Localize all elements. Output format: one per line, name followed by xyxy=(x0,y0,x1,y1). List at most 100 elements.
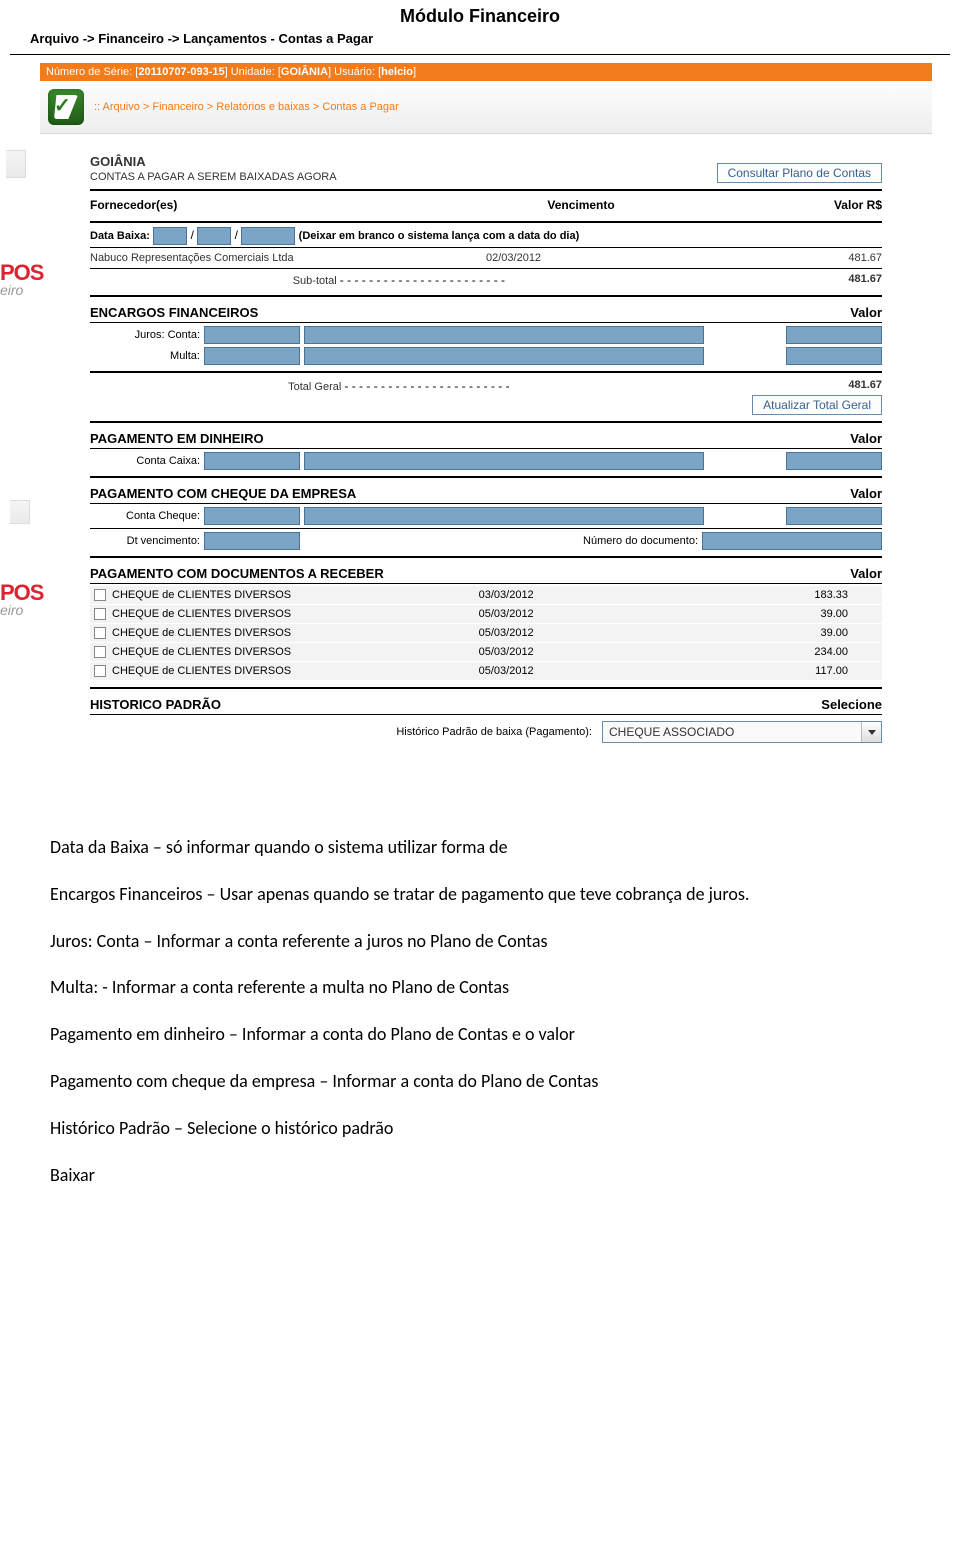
pag-docs-title: PAGAMENTO COM DOCUMENTOS A RECEBER xyxy=(90,566,384,581)
divider xyxy=(10,54,950,55)
juros-conta-input[interactable] xyxy=(204,326,300,344)
pag-dinheiro-title: PAGAMENTO EM DINHEIRO xyxy=(90,431,264,446)
hist-title: HISTORICO PADRÃO xyxy=(90,697,221,712)
wm-text: POS xyxy=(0,580,32,606)
doc-value: 39.00 xyxy=(673,608,878,620)
app-logo-icon xyxy=(48,89,84,125)
multa-valor-input[interactable] xyxy=(786,347,882,365)
subtotal-value: 481.67 xyxy=(708,273,882,287)
conta-cheque-valor-input[interactable] xyxy=(786,507,882,525)
doc-name: CHEQUE de CLIENTES DIVERSOS xyxy=(112,646,473,658)
doc-value: 234.00 xyxy=(673,646,878,658)
data-baixa-month-input[interactable] xyxy=(197,227,231,245)
conta-caixa-desc-input[interactable] xyxy=(304,452,704,470)
wm-text: POS xyxy=(0,260,32,286)
fornecedor-name: Nabuco Representações Comerciais Ltda xyxy=(90,252,454,264)
conta-caixa-label: Conta Caixa: xyxy=(90,455,200,467)
instr-line: Encargos Financeiros – Usar apenas quand… xyxy=(50,880,910,909)
doc-path: Arquivo -> Financeiro -> Lançamentos - C… xyxy=(30,31,960,46)
wm-text: eiro xyxy=(0,282,32,298)
unit-name: GOIÂNIA xyxy=(90,154,337,169)
data-baixa-day-input[interactable] xyxy=(153,227,187,245)
valor-label: Valor xyxy=(850,305,882,320)
doc-row[interactable]: CHEQUE de CLIENTES DIVERSOS 05/03/2012 2… xyxy=(90,643,882,662)
decoration xyxy=(10,500,30,524)
checkbox[interactable] xyxy=(94,665,106,677)
consultar-plano-button[interactable]: Consultar Plano de Contas xyxy=(717,163,882,183)
conta-cheque-input[interactable] xyxy=(204,507,300,525)
info-bar: Número de Série: [20110707-093-15] Unida… xyxy=(40,63,932,81)
watermark: POS eiro xyxy=(0,580,32,618)
multa-desc-input[interactable] xyxy=(304,347,704,365)
wm-text: eiro xyxy=(0,602,32,618)
instr-line: Baixar xyxy=(50,1161,910,1190)
instr-line: Pagamento com cheque da empresa – Inform… xyxy=(50,1067,910,1096)
doc-name: CHEQUE de CLIENTES DIVERSOS xyxy=(112,608,473,620)
doc-date: 05/03/2012 xyxy=(479,665,667,677)
col-fornecedor: Fornecedor(es) xyxy=(90,198,454,212)
doc-name: CHEQUE de CLIENTES DIVERSOS xyxy=(112,627,473,639)
unit-value: GOIÂNIA xyxy=(281,66,328,78)
juros-desc-input[interactable] xyxy=(304,326,704,344)
valor-label: Valor xyxy=(850,431,882,446)
dots: - - - - - - - - - - - - - - - - - - - - … xyxy=(344,379,509,393)
num-doc-input[interactable] xyxy=(702,532,882,550)
doc-date: 05/03/2012 xyxy=(479,627,667,639)
multa-conta-input[interactable] xyxy=(204,347,300,365)
user-value: helcio xyxy=(381,66,413,78)
dt-venc-label: Dt vencimento: xyxy=(90,535,200,547)
total-label: Total Geral xyxy=(288,381,341,393)
docs-list: CHEQUE de CLIENTES DIVERSOS 03/03/2012 1… xyxy=(90,586,882,681)
serial-value: 20110707-093-15 xyxy=(138,66,224,78)
subtitle: CONTAS A PAGAR A SEREM BAIXADAS AGORA xyxy=(90,171,337,183)
instructions: Data da Baixa – só informar quando o sis… xyxy=(50,833,910,1189)
hist-select[interactable]: CHEQUE ASSOCIADO xyxy=(602,721,882,743)
chevron-down-icon[interactable] xyxy=(861,722,881,742)
doc-row[interactable]: CHEQUE de CLIENTES DIVERSOS 05/03/2012 3… xyxy=(90,624,882,643)
doc-title: Módulo Financeiro xyxy=(0,6,960,27)
conta-caixa-input[interactable] xyxy=(204,452,300,470)
doc-date: 03/03/2012 xyxy=(479,589,667,601)
checkbox[interactable] xyxy=(94,608,106,620)
atualizar-total-button[interactable]: Atualizar Total Geral xyxy=(752,395,882,415)
checkbox[interactable] xyxy=(94,627,106,639)
hist-label: Histórico Padrão de baixa (Pagamento): xyxy=(90,726,592,738)
instr-line: Juros: Conta – Informar a conta referent… xyxy=(50,927,910,956)
doc-value: 39.00 xyxy=(673,627,878,639)
checkbox[interactable] xyxy=(94,646,106,658)
conta-cheque-label: Conta Cheque: xyxy=(90,510,200,522)
dt-venc-input[interactable] xyxy=(204,532,300,550)
valor-label: Valor xyxy=(850,486,882,501)
watermark: POS eiro xyxy=(0,260,32,298)
total-value: 481.67 xyxy=(708,379,882,393)
doc-value: 183.33 xyxy=(673,589,878,601)
data-baixa-hint: (Deixar em branco o sistema lança com a … xyxy=(299,230,580,242)
doc-date: 05/03/2012 xyxy=(479,646,667,658)
doc-row[interactable]: CHEQUE de CLIENTES DIVERSOS 05/03/2012 3… xyxy=(90,605,882,624)
fornecedor-date: 02/03/2012 xyxy=(486,252,676,264)
dots: - - - - - - - - - - - - - - - - - - - - … xyxy=(340,273,505,287)
encargos-title: ENCARGOS FINANCEIROS xyxy=(90,305,258,320)
conta-cheque-desc-input[interactable] xyxy=(304,507,704,525)
juros-label: Juros: Conta: xyxy=(90,329,200,341)
pag-cheque-title: PAGAMENTO COM CHEQUE DA EMPRESA xyxy=(90,486,356,501)
multa-label: Multa: xyxy=(90,350,200,362)
data-baixa-year-input[interactable] xyxy=(241,227,295,245)
user-label: Usuário: xyxy=(334,66,375,78)
col-valor: Valor R$ xyxy=(708,198,882,212)
doc-row[interactable]: CHEQUE de CLIENTES DIVERSOS 03/03/2012 1… xyxy=(90,586,882,605)
serial-label: Número de Série: xyxy=(46,66,132,78)
valor-label: Valor xyxy=(850,566,882,581)
breadcrumb: :: Arquivo > Financeiro > Relatórios e b… xyxy=(94,101,399,113)
doc-value: 117.00 xyxy=(673,665,878,677)
instr-line: Multa: - Informar a conta referente a mu… xyxy=(50,973,910,1002)
doc-row[interactable]: CHEQUE de CLIENTES DIVERSOS 05/03/2012 1… xyxy=(90,662,882,681)
hist-select-value: CHEQUE ASSOCIADO xyxy=(603,725,861,739)
juros-valor-input[interactable] xyxy=(786,326,882,344)
conta-caixa-valor-input[interactable] xyxy=(786,452,882,470)
checkbox[interactable] xyxy=(94,589,106,601)
instr-line: Histórico Padrão – Selecione o histórico… xyxy=(50,1114,910,1143)
col-vencimento: Vencimento xyxy=(486,198,676,212)
hist-selecione: Selecione xyxy=(821,697,882,712)
num-doc-label: Número do documento: xyxy=(583,535,698,547)
